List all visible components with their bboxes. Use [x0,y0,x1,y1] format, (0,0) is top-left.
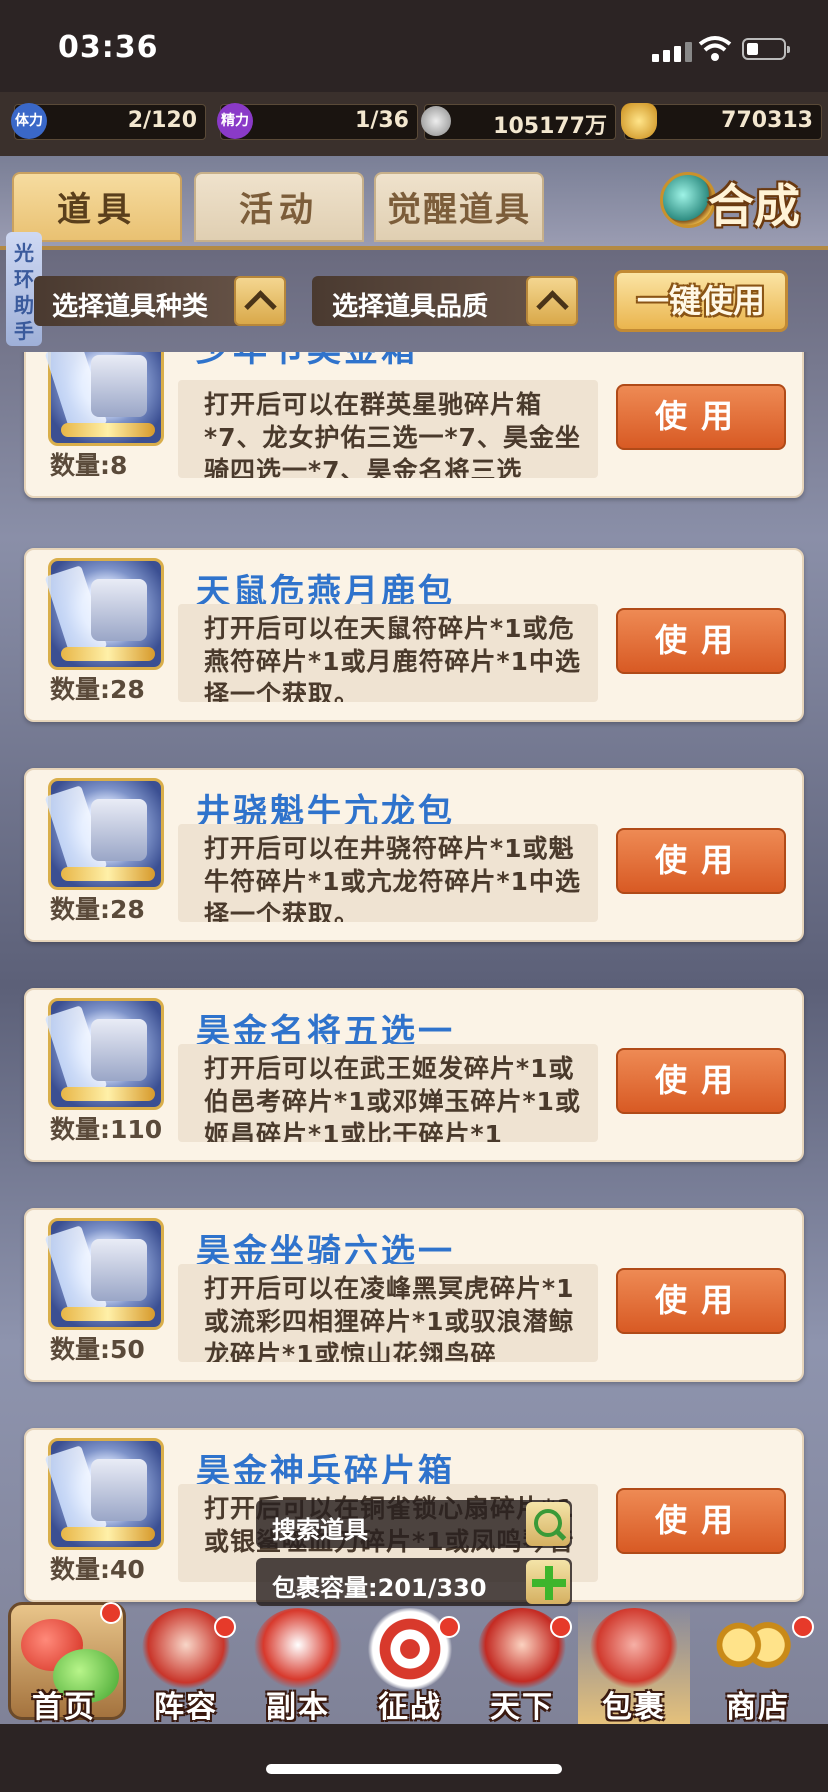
battery-icon [742,38,790,60]
item-quantity: 数量:50 [50,1335,145,1364]
item-pack-icon[interactable] [44,558,164,670]
shop-coins-icon [708,1608,796,1690]
synthesize-label: 合成 [708,179,800,233]
status-bar: 03:36 [0,0,828,92]
gold-resource[interactable]: 770313 [621,103,822,140]
notification-badge [792,1616,814,1638]
item-chest-icon[interactable] [44,352,164,446]
coin-value: 105177万 [493,114,607,139]
search-items-button[interactable]: 搜索道具 [256,1500,572,1548]
search-icon[interactable] [526,1502,570,1546]
item-type-filter[interactable]: 选择道具种类 [34,276,286,326]
nav-label: 天下 [490,1690,554,1725]
item-list[interactable]: 数量:8 少年节昊金箱 打开后可以在群英星驰碎片箱*7、龙女护佑三选一*7、昊金… [0,352,828,1622]
item-quantity: 数量:40 [50,1555,145,1584]
item-description: 打开后可以在天鼠符碎片*1或危燕符碎片*1或月鹿符碎片*1中选择一个获取。 [178,604,598,702]
stamina-value: 2/120 [127,108,197,133]
nav-item-shop[interactable]: 商店 [696,1602,820,1725]
game-screen: 03:36 体力 2/120 精力 1/36 105177万 770313 道具… [0,0,828,1792]
item-weapon-chest-icon[interactable] [44,1438,164,1550]
tab-events[interactable]: 活动 [194,172,364,242]
chevron-up-icon[interactable] [526,276,578,326]
item-hero-select-icon[interactable] [44,998,164,1110]
item-description: 打开后可以在井骁符碎片*1或魁牛符碎片*1或亢龙符碎片*1中选择一个获取。 [178,824,598,922]
notification-badge [550,1616,572,1638]
nav-item-dungeon[interactable]: 副本 [242,1602,354,1725]
list-item: 数量:50 昊金坐骑六选一 打开后可以在凌峰黑冥虎碎片*1或流彩四相狸碎片*1或… [24,1208,804,1382]
use-button[interactable]: 使用 [616,1268,786,1334]
home-indicator[interactable] [266,1764,562,1774]
nav-item-battle[interactable]: 征战 [354,1602,466,1725]
item-description: 打开后可以在群英星驰碎片箱*7、龙女护佑三选一*7、昊金坐骑四选一*7、昊金名将… [178,380,598,478]
item-description: 打开后可以在武王姬发碎片*1或伯邑考碎片*1或邓婵玉碎片*1或姬昌碎片*1或比干… [178,1044,598,1142]
notification-badge [438,1616,460,1638]
capacity-value: 201/330 [377,1574,487,1602]
item-quantity: 数量:28 [50,895,145,924]
item-mount-select-icon[interactable] [44,1218,164,1330]
use-button[interactable]: 使用 [616,1048,786,1114]
item-quality-label: 选择道具品质 [332,292,489,322]
resource-bar: 体力 2/120 精力 1/36 105177万 770313 [0,92,828,158]
bag-capacity: 包裹容量:201/330 [256,1558,572,1606]
energy-resource[interactable]: 精力 1/36 [217,103,418,140]
nav-label: 副本 [266,1690,330,1725]
stamina-resource[interactable]: 体力 2/120 [11,103,206,140]
dungeon-icon [254,1608,342,1690]
capacity-label: 包裹容量: [272,1574,378,1602]
item-type-label: 选择道具种类 [52,292,209,322]
tab-awaken-items[interactable]: 觉醒道具 [374,172,544,242]
list-item: 数量:28 天鼠危燕月鹿包 打开后可以在天鼠符碎片*1或危燕符碎片*1或月鹿符碎… [24,548,804,722]
add-capacity-icon[interactable] [526,1560,570,1604]
search-label: 搜索道具 [272,1516,368,1544]
signal-icon [652,40,696,62]
energy-value: 1/36 [355,108,409,133]
item-quality-filter[interactable]: 选择道具品质 [312,276,578,326]
list-item: 数量:28 井骁魁牛亢龙包 打开后可以在井骁符碎片*1或魁牛符碎片*1或亢龙符碎… [24,768,804,942]
energy-icon: 精力 [217,103,253,139]
item-name: 少年节昊金箱 [196,352,418,371]
nav-item-world[interactable]: 天下 [466,1602,578,1725]
use-button[interactable]: 使用 [616,828,786,894]
item-description: 打开后可以在凌峰黑冥虎碎片*1或流彩四相狸碎片*1或驭浪潜鲸龙碎片*1或惊山花翎… [178,1264,598,1362]
use-button[interactable]: 使用 [616,608,786,674]
item-quantity: 数量:28 [50,675,145,704]
list-item: 数量:110 昊金名将五选一 打开后可以在武王姬发碎片*1或伯邑考碎片*1或邓婵… [24,988,804,1162]
nav-item-bag[interactable]: 包裹 [578,1602,690,1725]
gold-value: 770313 [721,108,813,133]
nav-label: 商店 [726,1690,790,1725]
list-item: 数量:8 少年节昊金箱 打开后可以在群英星驰碎片箱*7、龙女护佑三选一*7、昊金… [24,352,804,498]
status-time: 03:36 [58,30,159,65]
search-panel: 搜索道具 包裹容量:201/330 [256,1500,572,1618]
stamina-icon: 体力 [11,103,47,139]
notification-badge [214,1616,236,1638]
chevron-up-icon[interactable] [234,276,286,326]
use-button[interactable]: 使用 [616,1488,786,1554]
synthesize-button[interactable]: 合成 [656,166,816,236]
wifi-icon [698,36,732,61]
bag-icon [590,1608,678,1690]
nav-item-formation[interactable]: 阵容 [130,1602,242,1725]
system-bottom-bar [0,1724,828,1792]
item-pack-icon[interactable] [44,778,164,890]
nav-label: 首页 [32,1690,96,1725]
nav-label: 阵容 [154,1690,218,1725]
coin-resource[interactable]: 105177万 [421,104,616,140]
item-quantity: 数量:8 [50,451,128,480]
nav-label: 征战 [378,1690,442,1725]
item-quantity: 数量:110 [50,1115,163,1144]
use-button[interactable]: 使用 [616,384,786,450]
nav-label: 包裹 [602,1690,666,1725]
gold-ingot-icon [621,103,657,139]
coin-icon [421,106,451,136]
notification-badge [100,1602,122,1624]
nav-item-home[interactable]: 首页 [8,1602,122,1725]
bottom-nav: 首页 阵容 副本 征战 天下 包裹 商店 [0,1602,828,1725]
use-all-button[interactable]: 一键使用 [614,270,788,332]
